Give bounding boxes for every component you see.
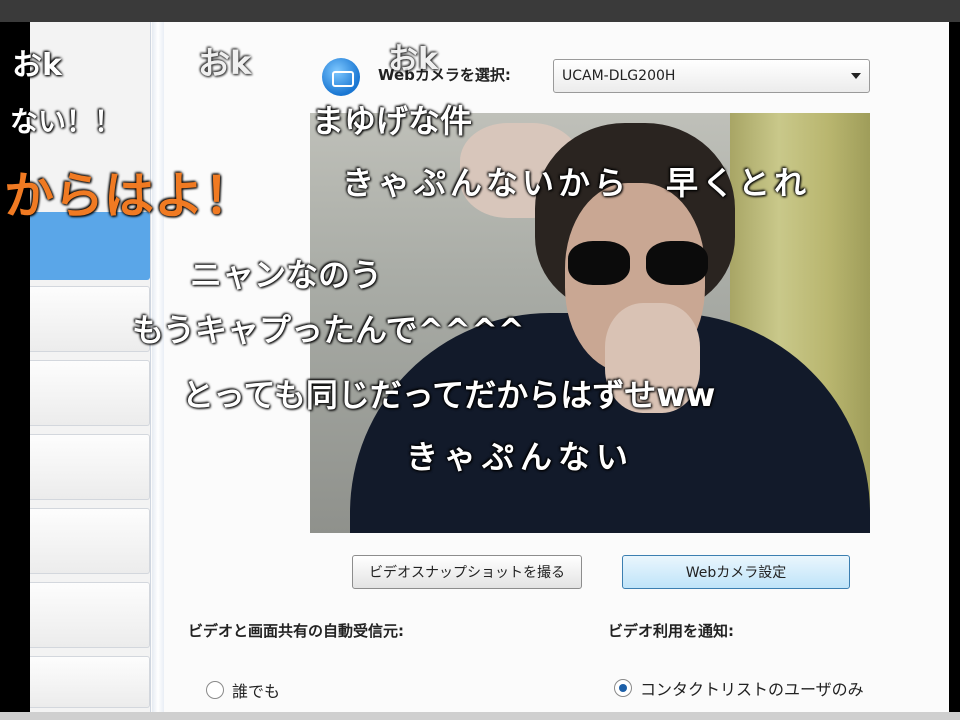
- sidebar-item[interactable]: [30, 360, 150, 426]
- overlay-comment: おk: [198, 44, 252, 82]
- radio-anyone-label: 誰でも: [232, 682, 281, 701]
- radio-button-checked[interactable]: [614, 679, 632, 697]
- sidebar-item[interactable]: [30, 508, 150, 574]
- sidebar-item[interactable]: [30, 434, 150, 500]
- webcam-settings-button[interactable]: Webカメラ設定: [622, 555, 850, 589]
- overlay-comment: おk: [388, 42, 438, 77]
- webcam-logo-icon: [322, 58, 360, 96]
- overlay-comment: ない！！: [10, 105, 123, 138]
- bottom-strip: [0, 712, 960, 720]
- notify-label: ビデオ利用を通知:: [608, 622, 734, 640]
- overlay-comment: まゆげな件: [312, 102, 473, 140]
- sunglasses: [568, 241, 708, 287]
- radio-button[interactable]: [206, 681, 224, 699]
- overlay-comment: もうキャプったんで^^^^: [132, 311, 525, 349]
- sidebar-item[interactable]: [30, 582, 150, 648]
- radio-contacts-label: コンタクトリストのユーザのみ: [640, 680, 864, 699]
- sidebar-item[interactable]: [30, 656, 150, 708]
- overlay-comment: きゃぷんない: [406, 438, 635, 476]
- video-snapshot-button[interactable]: ビデオスナップショットを撮る: [352, 555, 582, 589]
- overlay-comment: ニャンなのう: [190, 256, 383, 294]
- radio-contacts-only[interactable]: コンタクトリストのユーザのみ: [614, 676, 864, 700]
- radio-anyone[interactable]: 誰でも: [206, 678, 280, 702]
- overlay-comment: おk: [12, 48, 62, 83]
- chevron-down-icon[interactable]: [851, 73, 861, 79]
- camera-select-dropdown[interactable]: UCAM-DLG200H: [553, 59, 870, 93]
- overlay-comment: きゃぷんないから 早くとれ: [342, 164, 811, 202]
- sidebar-splitter[interactable]: [152, 22, 164, 712]
- auto-receive-label: ビデオと画面共有の自動受信元:: [188, 622, 405, 640]
- overlay-comment: からはよ！: [4, 167, 254, 225]
- overlay-comment: とっても同じだってだからはずせww: [182, 376, 716, 414]
- camera-select-value: UCAM-DLG200H: [562, 68, 676, 84]
- window-top-bar: [0, 0, 960, 22]
